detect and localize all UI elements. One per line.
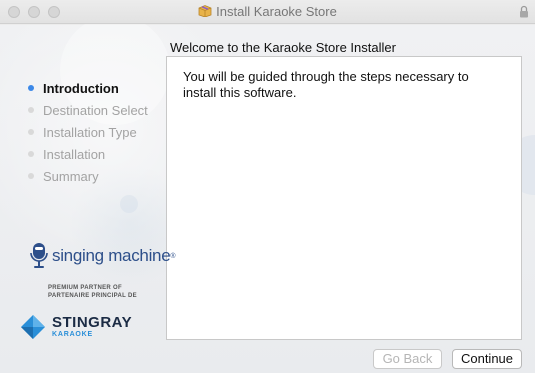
stingray-diamond-icon bbox=[21, 315, 45, 339]
step-dot-icon bbox=[28, 107, 34, 113]
step-installation-type: Installation Type bbox=[28, 121, 148, 143]
singing-machine-wordmark: singing machine bbox=[52, 246, 171, 265]
partner-line-en: PREMIUM PARTNER OF bbox=[48, 285, 122, 291]
partner-text: PREMIUM PARTNER OF PARTENAIRE PRINCIPAL … bbox=[48, 284, 137, 300]
step-dot-icon bbox=[28, 173, 34, 179]
step-dot-icon bbox=[28, 129, 34, 135]
step-installation: Installation bbox=[28, 143, 148, 165]
singing-machine-logo: singing machine ® bbox=[30, 242, 176, 270]
step-active-dot-icon bbox=[28, 85, 34, 91]
step-label: Introduction bbox=[43, 80, 119, 96]
stingray-text: STINGRAY KARAOKE bbox=[52, 313, 133, 339]
installer-window: Install Karaoke Store Welcome to the Kar… bbox=[0, 0, 535, 373]
stingray-subtitle: KARAOKE bbox=[52, 330, 93, 338]
go-back-button[interactable]: Go Back bbox=[373, 349, 442, 369]
package-icon bbox=[198, 5, 212, 17]
step-label: Installation bbox=[43, 146, 106, 162]
continue-button[interactable]: Continue bbox=[452, 349, 522, 369]
step-label: Summary bbox=[43, 168, 99, 184]
window-title-text: Install Karaoke Store bbox=[216, 4, 337, 19]
window-title: Install Karaoke Store bbox=[0, 4, 535, 20]
welcome-heading: Welcome to the Karaoke Store Installer bbox=[170, 40, 396, 55]
installer-steps: Introduction Destination Select Installa… bbox=[28, 77, 148, 187]
microphone-icon bbox=[30, 243, 48, 268]
stingray-karaoke-logo: STINGRAY KARAOKE bbox=[20, 314, 132, 340]
trademark-symbol: ® bbox=[170, 252, 176, 260]
stingray-wordmark: STINGRAY bbox=[52, 313, 133, 331]
step-destination-select: Destination Select bbox=[28, 99, 148, 121]
decorative-circle bbox=[120, 195, 138, 213]
step-label: Installation Type bbox=[43, 124, 137, 140]
intro-message: You will be guided through the steps nec… bbox=[183, 69, 469, 100]
content-panel[interactable]: You will be guided through the steps nec… bbox=[166, 56, 522, 340]
step-dot-icon bbox=[28, 151, 34, 157]
title-bar[interactable]: Install Karaoke Store bbox=[0, 0, 535, 24]
step-summary: Summary bbox=[28, 165, 148, 187]
partner-line-fr: PARTENAIRE PRINCIPAL DE bbox=[48, 293, 137, 299]
step-introduction: Introduction bbox=[28, 77, 148, 99]
lock-icon bbox=[520, 5, 528, 18]
step-label: Destination Select bbox=[43, 102, 148, 118]
